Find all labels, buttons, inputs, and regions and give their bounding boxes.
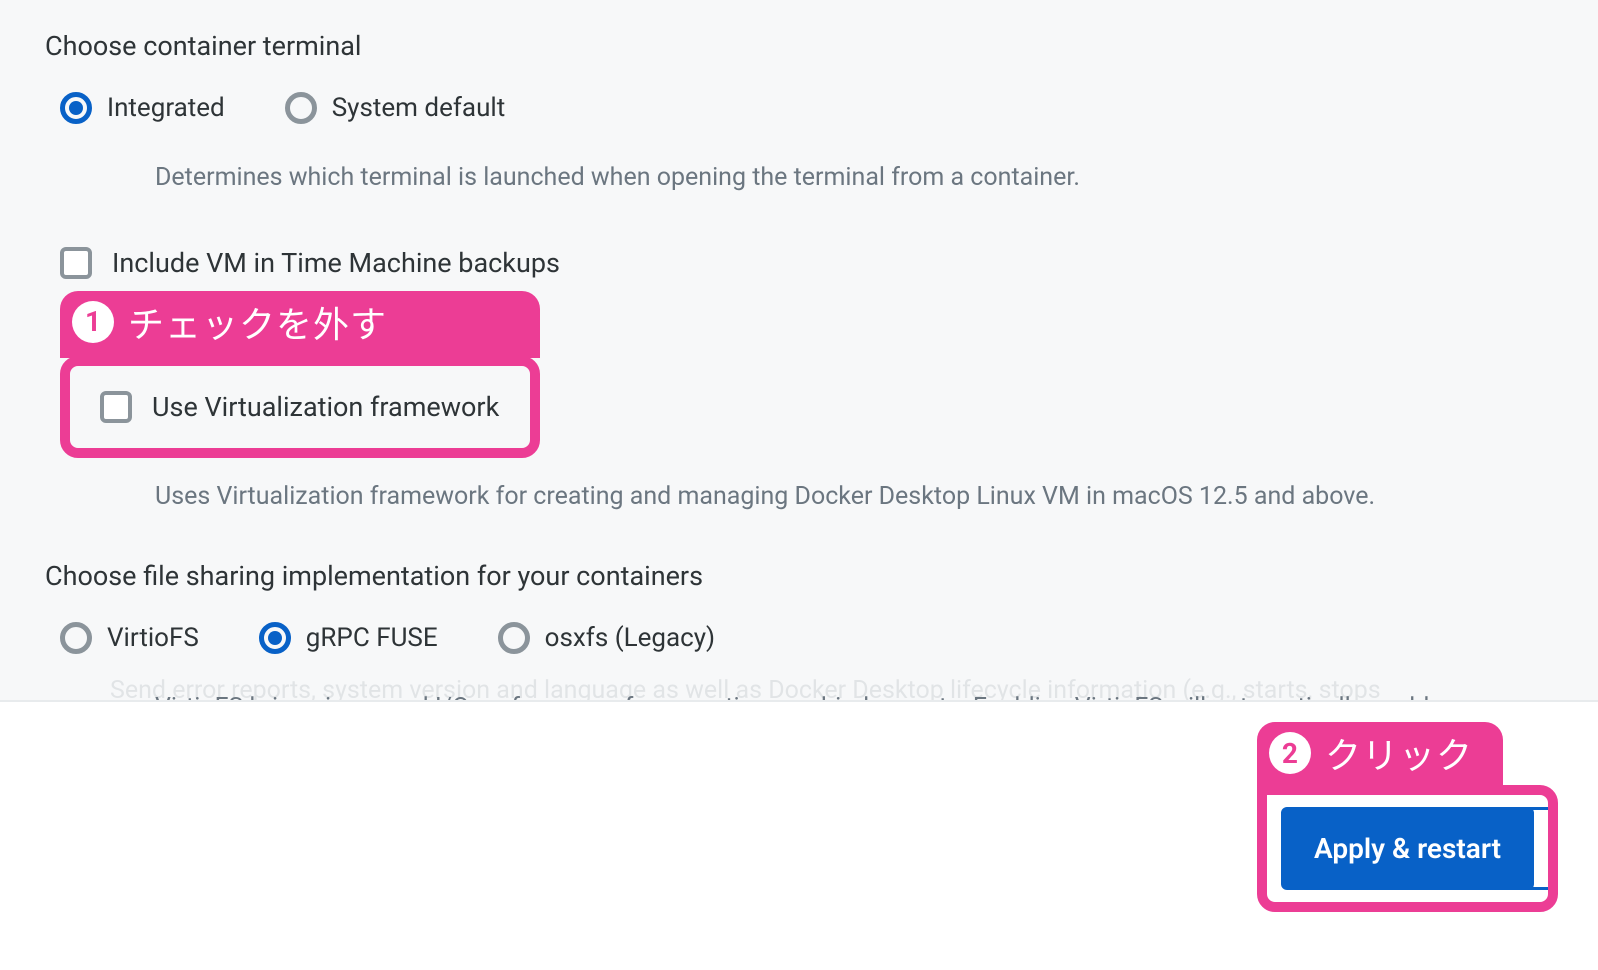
checkbox-label: Use Virtualization framework: [152, 391, 499, 423]
terminal-section-title: Choose container terminal: [45, 30, 1558, 62]
checkbox-icon: [60, 247, 92, 279]
checkbox-label: Include VM in Time Machine backups: [112, 247, 560, 279]
terminal-desc: Determines which terminal is launched wh…: [155, 159, 1455, 197]
radio-grpc-fuse[interactable]: gRPC FUSE: [259, 622, 438, 654]
checkbox-icon: [100, 391, 132, 423]
radio-label: gRPC FUSE: [306, 623, 438, 653]
checkbox-tm-backup[interactable]: Include VM in Time Machine backups: [60, 247, 1558, 279]
filesharing-section-title: Choose file sharing implementation for y…: [45, 560, 1558, 592]
radio-icon: [285, 92, 317, 124]
radio-label: Integrated: [107, 93, 225, 123]
radio-icon: [259, 622, 291, 654]
footer-bar: Cancel 2 クリック Apply & restart: [0, 700, 1598, 970]
virtualization-desc: Uses Virtualization framework for creati…: [155, 478, 1455, 516]
radio-integrated[interactable]: Integrated: [60, 92, 225, 124]
apply-restart-button[interactable]: Apply & restart: [1281, 807, 1534, 890]
radio-icon: [498, 622, 530, 654]
radio-virtiofs[interactable]: VirtioFS: [60, 622, 199, 654]
filesharing-options: VirtioFS gRPC FUSE osxfs (Legacy): [60, 622, 1558, 654]
checkbox-virtualization-framework[interactable]: Use Virtualization framework: [100, 391, 500, 423]
radio-icon: [60, 622, 92, 654]
annotation-callout-2: 2 クリック Apply & restart: [1257, 722, 1558, 912]
annotation-highlight-box-1: Use Virtualization framework: [60, 356, 540, 458]
radio-icon: [60, 92, 92, 124]
terminal-options: Integrated System default: [60, 92, 1558, 124]
radio-label: VirtioFS: [107, 623, 199, 653]
callout-number-icon: 2: [1269, 732, 1311, 774]
callout-text: チェックを外す: [128, 296, 387, 348]
settings-panel: Choose container terminal Integrated Sys…: [0, 0, 1598, 970]
radio-label: osxfs (Legacy): [545, 623, 715, 653]
radio-system-default[interactable]: System default: [285, 92, 506, 124]
radio-label: System default: [332, 93, 506, 123]
callout-text: クリック: [1325, 727, 1473, 779]
annotation-highlight-box-2: Apply & restart: [1257, 785, 1558, 912]
radio-osxfs-legacy[interactable]: osxfs (Legacy): [498, 622, 715, 654]
callout-number-icon: 1: [72, 301, 114, 343]
annotation-callout-1: 1 チェックを外す: [60, 291, 540, 358]
